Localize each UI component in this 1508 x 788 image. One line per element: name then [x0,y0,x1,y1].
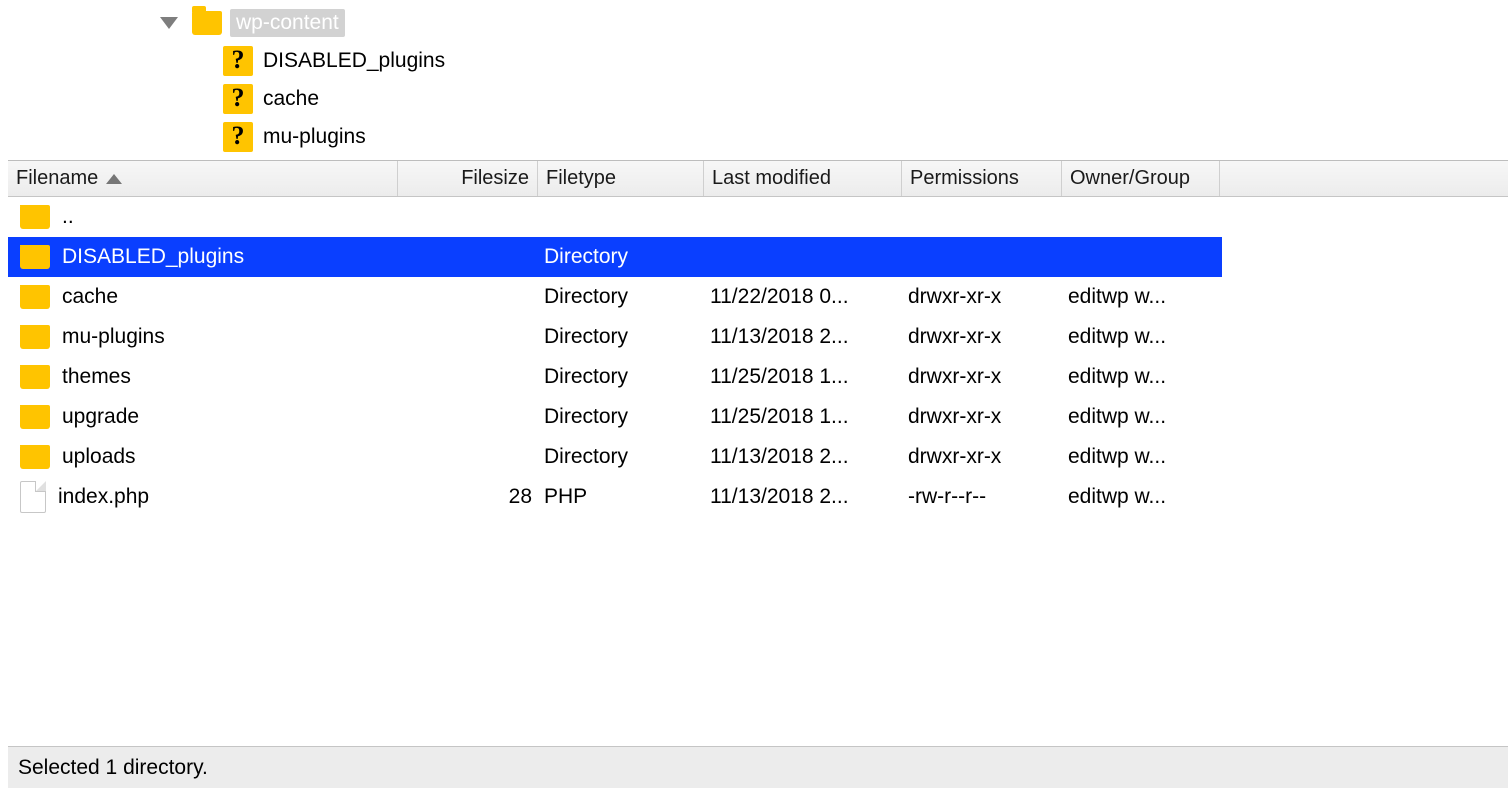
folder-icon [20,245,50,269]
filename-text: mu-plugins [62,325,165,349]
folder-icon [20,325,50,349]
cell-lastmodified: 11/25/2018 1... [704,405,902,429]
cell-permissions: drwxr-xr-x [902,405,1062,429]
tree-item-label: wp-content [236,11,339,35]
cell-permissions: drwxr-xr-x [902,285,1062,309]
tree-item[interactable]: ? mu-plugins [8,118,1508,156]
column-label: Last modified [712,167,831,190]
cell-filename: index.php [14,481,398,513]
table-row[interactable]: cache Directory11/22/2018 0...drwxr-xr-xe… [8,277,1222,317]
unknown-icon: ? [223,46,253,76]
cell-filename: DISABLED_plugins [14,245,398,269]
cell-filename: themes [14,365,398,389]
status-bar: Selected 1 directory. [8,746,1508,788]
cell-filename: upgrade [14,405,398,429]
tree-item-label: mu-plugins [263,125,366,149]
column-label: Filetype [546,167,616,190]
tree-item[interactable]: ? cache [8,80,1508,118]
filename-text: upgrade [62,405,139,429]
filename-text: cache [62,285,118,309]
unknown-icon: ? [223,84,253,114]
cell-filetype: Directory [538,245,704,269]
tree-item-label: cache [263,87,319,111]
file-list-body: .. DISABLED_plugins Directory cache Director… [8,197,1222,517]
cell-filetype: Directory [538,405,704,429]
table-row[interactable]: index.php 28PHP11/13/2018 2...-rw-r--r--e… [8,477,1222,517]
folder-icon [20,445,50,469]
cell-ownergroup: editwp w... [1062,485,1220,509]
table-row[interactable]: mu-plugins Directory11/13/2018 2...drwxr-… [8,317,1222,357]
cell-lastmodified: 11/22/2018 0... [704,285,902,309]
sort-ascending-icon [106,174,122,184]
cell-lastmodified: 11/13/2018 2... [704,485,902,509]
folder-icon [20,405,50,429]
tree-item[interactable]: ? DISABLED_plugins [8,42,1508,80]
filename-text: DISABLED_plugins [62,245,244,269]
table-row[interactable]: DISABLED_plugins Directory [8,237,1222,277]
column-header-filesize[interactable]: Filesize [398,161,538,196]
filename-text: themes [62,365,131,389]
directory-tree: wp-content ? DISABLED_plugins ? cache ? … [8,0,1508,160]
cell-filetype: Directory [538,365,704,389]
tree-item-root[interactable]: wp-content [8,4,1508,42]
file-list-header: Filename Filesize Filetype Last modified… [8,161,1508,197]
cell-permissions: drwxr-xr-x [902,365,1062,389]
column-header-filename[interactable]: Filename [8,161,398,196]
cell-permissions: drwxr-xr-x [902,325,1062,349]
folder-icon [20,205,50,229]
filename-text: uploads [62,445,136,469]
cell-lastmodified: 11/25/2018 1... [704,365,902,389]
filename-text: index.php [58,485,149,509]
table-row[interactable]: uploads Directory11/13/2018 2...drwxr-xr-… [8,437,1222,477]
folder-icon [20,285,50,309]
cell-filename: cache [14,285,398,309]
cell-ownergroup: editwp w... [1062,405,1220,429]
cell-lastmodified: 11/13/2018 2... [704,325,902,349]
cell-filename: mu-plugins [14,325,398,349]
tree-item-label: DISABLED_plugins [263,49,445,73]
column-label: Permissions [910,167,1019,190]
status-text: Selected 1 directory. [18,756,208,780]
column-header-lastmodified[interactable]: Last modified [704,161,902,196]
column-label: Filename [16,167,98,190]
column-header-filetype[interactable]: Filetype [538,161,704,196]
file-icon [20,481,46,513]
cell-filetype: Directory [538,285,704,309]
cell-ownergroup: editwp w... [1062,285,1220,309]
cell-ownergroup: editwp w... [1062,325,1220,349]
table-row[interactable]: upgrade Directory11/25/2018 1...drwxr-xr-… [8,397,1222,437]
cell-filetype: PHP [538,485,704,509]
column-header-permissions[interactable]: Permissions [902,161,1062,196]
cell-filename: uploads [14,445,398,469]
column-header-ownergroup[interactable]: Owner/Group [1062,161,1220,196]
chevron-down-icon[interactable] [160,17,178,29]
cell-permissions: drwxr-xr-x [902,445,1062,469]
cell-filetype: Directory [538,325,704,349]
column-label: Filesize [461,167,529,190]
filename-text: .. [62,205,74,229]
cell-filename: .. [14,205,398,229]
cell-ownergroup: editwp w... [1062,365,1220,389]
table-row[interactable]: .. [8,197,1222,237]
cell-permissions: -rw-r--r-- [902,485,1062,509]
cell-lastmodified: 11/13/2018 2... [704,445,902,469]
file-list-panel: Filename Filesize Filetype Last modified… [8,160,1508,517]
column-label: Owner/Group [1070,167,1190,190]
folder-icon [192,11,222,35]
unknown-icon: ? [223,122,253,152]
cell-filetype: Directory [538,445,704,469]
folder-icon [20,365,50,389]
cell-filesize: 28 [398,485,538,509]
cell-ownergroup: editwp w... [1062,445,1220,469]
table-row[interactable]: themes Directory11/25/2018 1...drwxr-xr-x… [8,357,1222,397]
